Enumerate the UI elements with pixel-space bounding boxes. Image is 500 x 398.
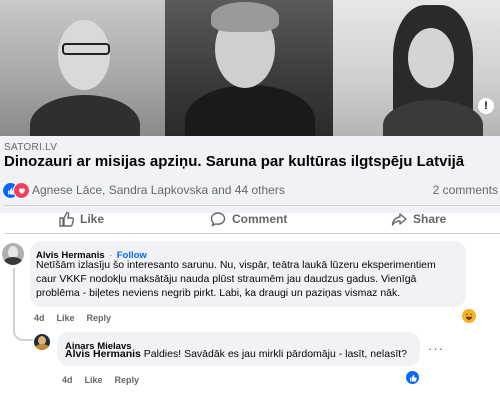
- link-source: SATORI.LV: [4, 142, 58, 153]
- link-preview-meta[interactable]: [0, 136, 500, 213]
- reply-time[interactable]: 4d: [62, 375, 73, 385]
- share-button[interactable]: Share: [391, 207, 446, 231]
- heart-icon: [13, 182, 30, 199]
- comment-reply-link[interactable]: Reply: [87, 313, 112, 323]
- reply-body: Paldies! Savādāk es jau mirkli pārdomāju…: [140, 348, 407, 360]
- haha-icon[interactable]: [462, 309, 476, 323]
- like-label: Like: [80, 212, 105, 226]
- like-icon[interactable]: [406, 371, 419, 384]
- info-icon[interactable]: !: [478, 98, 494, 114]
- thumbs-up-icon: [59, 211, 74, 227]
- reply-bubble: Ainars Mielavs Alvis Hermanis Paldies! S…: [57, 332, 420, 366]
- reply-thread-line: [13, 268, 33, 341]
- comment-bubble: Alvis Hermanis · Follow Netīšām izlasīju…: [30, 241, 466, 307]
- photo-young-man: [165, 0, 333, 136]
- comment-label: Comment: [232, 212, 288, 226]
- comment-text: Netīšām izlasīju šo interesanto sarunu. …: [36, 258, 456, 300]
- link-title[interactable]: Dinozauri ar misijas apziņu. Saruna par …: [4, 153, 464, 170]
- reply-meta: 4d Like Reply: [62, 375, 139, 385]
- photo-bald-man: [0, 0, 165, 136]
- like-button[interactable]: Like: [58, 207, 104, 231]
- comment-time[interactable]: 4d: [34, 313, 45, 323]
- divider: [4, 205, 500, 206]
- avatar[interactable]: [2, 243, 24, 265]
- comment-like-link[interactable]: Like: [57, 313, 75, 323]
- link-preview-image[interactable]: !: [0, 0, 500, 136]
- more-options-button[interactable]: ···: [428, 341, 444, 356]
- reply-like-link[interactable]: Like: [85, 375, 103, 385]
- comment-count[interactable]: 2 comments: [433, 183, 498, 197]
- comment-line: caur VKKF nodokļu maksātāju nauda plūst …: [36, 273, 417, 285]
- reply-text: Alvis Hermanis Paldies! Savādāk es jau m…: [65, 347, 407, 361]
- avatar[interactable]: [34, 334, 50, 350]
- comment-meta: 4d Like Reply: [34, 313, 111, 323]
- comment-bubble-icon: [210, 212, 226, 227]
- mention-link[interactable]: Alvis Hermanis: [65, 348, 141, 360]
- divider: [4, 233, 500, 234]
- action-bar: Like Comment Share: [0, 207, 500, 231]
- reactions-summary[interactable]: Agnese Lāce, Sandra Lapkovska and 44 oth…: [0, 182, 500, 200]
- photo-woman: !: [333, 0, 500, 136]
- reactors-names[interactable]: Agnese Lāce, Sandra Lapkovska and 44 oth…: [32, 183, 285, 197]
- comment-line: problēma - biļetes neviens negrib pirkt.…: [36, 287, 401, 299]
- comment-line: Netīšām izlasīju šo interesanto sarunu. …: [36, 259, 436, 271]
- share-arrow-icon: [391, 213, 407, 226]
- comment-button[interactable]: Comment: [210, 207, 287, 231]
- reply-reply-link[interactable]: Reply: [115, 375, 140, 385]
- share-label: Share: [413, 212, 447, 226]
